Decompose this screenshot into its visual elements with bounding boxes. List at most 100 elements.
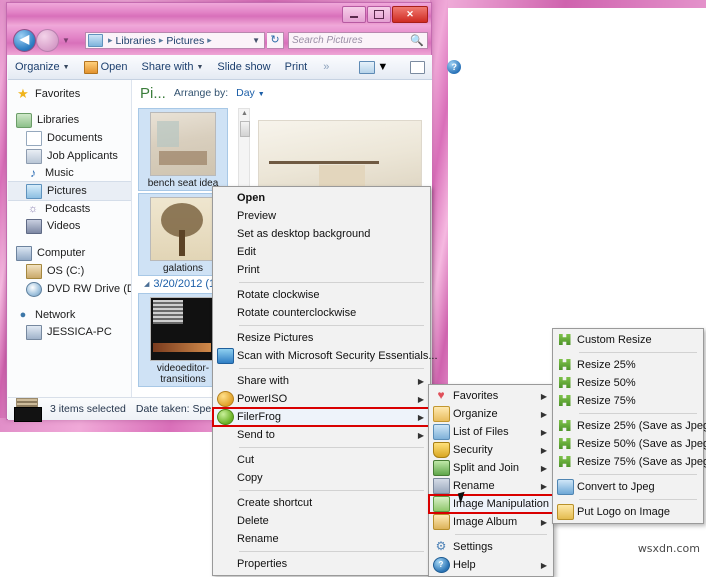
menu-item-set-as-desktop-background[interactable]: Set as desktop background <box>213 225 430 243</box>
menu-gutter <box>429 514 453 530</box>
menu-gutter <box>429 406 453 422</box>
resize-icon <box>558 358 573 372</box>
open-button[interactable]: Open <box>77 59 135 76</box>
menu-item-rotate-counterclockwise[interactable]: Rotate counterclockwise <box>213 304 430 322</box>
menu-item-resize-25[interactable]: Resize 25% <box>553 356 703 374</box>
menu-gutter <box>553 455 577 469</box>
menu-item-rotate-clockwise[interactable]: Rotate clockwise <box>213 286 430 304</box>
menu-item-resize-50-jpeg[interactable]: Resize 50% (Save as Jpeg) <box>553 435 706 453</box>
menu-gutter: ⚙ <box>429 540 453 554</box>
resize-icon <box>558 376 573 390</box>
menu-gutter <box>553 504 577 520</box>
menu-item-print[interactable]: Print <box>213 261 430 279</box>
menu-item-delete[interactable]: Delete <box>213 512 430 530</box>
menu-item-scan-with-security-essentials[interactable]: Scan with Microsoft Security Essentials.… <box>213 347 438 365</box>
sidebar-item-pictures[interactable]: Pictures <box>8 181 131 201</box>
menu-item-image-manipulation[interactable]: Image Manipulation ▶ <box>428 494 567 514</box>
filerfrog-submenu[interactable]: ♥ Favorites ▶ Organize ▶ List of Files ▶… <box>428 384 567 577</box>
help-button[interactable]: ? <box>442 58 466 76</box>
sidebar-label-music: Music <box>45 167 74 179</box>
scrollbar-thumb[interactable] <box>240 121 250 137</box>
print-button[interactable]: Print <box>278 59 315 75</box>
maximize-button[interactable] <box>367 6 391 23</box>
menu-item-security[interactable]: Security ▶ <box>429 441 553 459</box>
menu-item-split-and-join[interactable]: Split and Join ▶ <box>429 459 553 477</box>
share-with-button[interactable]: Share with ▼ <box>135 59 211 75</box>
breadcrumb-pictures[interactable]: Pictures <box>166 35 204 47</box>
sidebar-item-music[interactable]: ♪ Music <box>8 165 131 181</box>
menu-label: Resize Pictures <box>237 332 314 344</box>
organize-button[interactable]: Organize ▼ <box>8 59 77 75</box>
preview-pane-button[interactable] <box>405 59 430 76</box>
menu-item-edit[interactable]: Edit <box>213 243 430 261</box>
minimize-button[interactable] <box>342 6 366 23</box>
list-item[interactable]: bench seat idea <box>138 108 228 191</box>
menu-item-rename-frog[interactable]: Rename ▶ <box>429 477 553 495</box>
menu-item-list-of-files[interactable]: List of Files ▶ <box>429 423 553 441</box>
sidebar-item-dvd-drive[interactable]: DVD RW Drive (D:) A <box>8 280 131 298</box>
menu-item-convert-to-jpeg[interactable]: Convert to Jpeg <box>553 478 703 496</box>
menu-gutter: ♥ <box>429 389 453 403</box>
menu-separator <box>239 368 424 369</box>
menu-item-favorites[interactable]: ♥ Favorites ▶ <box>429 387 553 405</box>
menu-item-image-album[interactable]: Image Album ▶ <box>429 513 553 531</box>
address-breadcrumb-bar[interactable]: ▸ Libraries ▸ Pictures ▸ ▼ <box>85 32 265 49</box>
menu-label: Resize 50% <box>577 377 636 389</box>
menu-item-preview[interactable]: Preview <box>213 207 430 225</box>
breadcrumb-libraries[interactable]: Libraries <box>116 35 156 47</box>
sidebar-item-videos[interactable]: Videos <box>8 217 131 235</box>
library-header: Pi... Arrange by: Day ▼ <box>132 80 432 106</box>
sidebar-item-job-applicants[interactable]: Job Applicants <box>8 147 131 165</box>
navigation-pane[interactable]: ★ Favorites Libraries Documents Job Appl… <box>8 80 132 397</box>
refresh-button[interactable]: ↻ <box>267 32 284 49</box>
forward-button[interactable] <box>36 29 59 52</box>
menu-item-resize-75-jpeg[interactable]: Resize 75% (Save as Jpeg) <box>553 453 706 471</box>
sidebar-item-jessica-pc[interactable]: JESSICA-PC <box>8 323 131 341</box>
menu-item-resize-50[interactable]: Resize 50% <box>553 374 703 392</box>
arrange-by-dropdown[interactable]: Day ▼ <box>236 87 265 99</box>
menu-item-resize-25-jpeg[interactable]: Resize 25% (Save as Jpeg) <box>553 417 706 435</box>
scroll-up-icon[interactable]: ▲ <box>241 110 248 117</box>
sidebar-label-os-c: OS (C:) <box>47 265 85 277</box>
history-dropdown-icon[interactable]: ▼ <box>62 36 70 45</box>
menu-label: Properties <box>237 558 288 570</box>
address-dropdown-icon[interactable]: ▼ <box>252 36 262 45</box>
sidebar-item-network[interactable]: ● Network <box>8 307 131 323</box>
sidebar-item-documents[interactable]: Documents <box>8 129 131 147</box>
sidebar-item-computer[interactable]: Computer <box>8 244 131 262</box>
sidebar-item-podcasts[interactable]: ☼ Podcasts <box>8 201 131 217</box>
menu-separator <box>239 551 424 552</box>
menu-item-resize-pictures[interactable]: Resize Pictures <box>213 329 430 347</box>
resize-icon <box>558 455 573 469</box>
menu-label: Open <box>237 192 266 204</box>
back-button[interactable]: ◀ <box>13 29 36 52</box>
search-box[interactable]: Search Pictures 🔍 <box>288 32 428 49</box>
sidebar-item-favorites[interactable]: ★ Favorites <box>8 86 131 102</box>
menu-item-settings[interactable]: ⚙ Settings <box>429 538 553 556</box>
menu-item-rename[interactable]: Rename <box>213 530 430 548</box>
image-manipulation-submenu[interactable]: Custom Resize Resize 25% Resize 50% Resi… <box>552 328 706 524</box>
menu-item-share-with[interactable]: Share with ▶ <box>213 372 430 390</box>
change-view-button[interactable]: ▼ <box>354 59 393 76</box>
menu-item-create-shortcut[interactable]: Create shortcut <box>213 494 430 512</box>
slide-show-button[interactable]: Slide show <box>210 59 277 75</box>
menu-item-filerfrog[interactable]: FilerFrog ▶ <box>212 407 431 427</box>
menu-item-send-to[interactable]: Send to ▶ <box>213 426 430 444</box>
menu-item-cut[interactable]: Cut <box>213 451 430 469</box>
context-menu[interactable]: Open Preview Set as desktop background E… <box>212 186 438 576</box>
menu-item-organize[interactable]: Organize ▶ <box>429 405 553 423</box>
menu-item-open[interactable]: Open <box>213 189 430 207</box>
menu-item-resize-75[interactable]: Resize 75% <box>553 392 703 410</box>
menu-item-properties[interactable]: Properties <box>213 555 430 573</box>
menu-item-copy[interactable]: Copy <box>213 469 430 487</box>
sidebar-item-libraries[interactable]: Libraries <box>8 111 131 129</box>
menu-item-poweriso[interactable]: PowerISO ▶ <box>213 390 430 408</box>
sidebar-item-os-c[interactable]: OS (C:) <box>8 262 131 280</box>
toolbar-overflow-button[interactable]: » <box>314 59 338 75</box>
menu-item-custom-resize[interactable]: Custom Resize <box>553 331 703 349</box>
menu-separator <box>579 474 697 475</box>
close-button[interactable]: ✕ <box>392 6 428 23</box>
dvd-drive-icon <box>26 281 42 297</box>
menu-item-put-logo-on-image[interactable]: Put Logo on Image <box>553 503 703 521</box>
